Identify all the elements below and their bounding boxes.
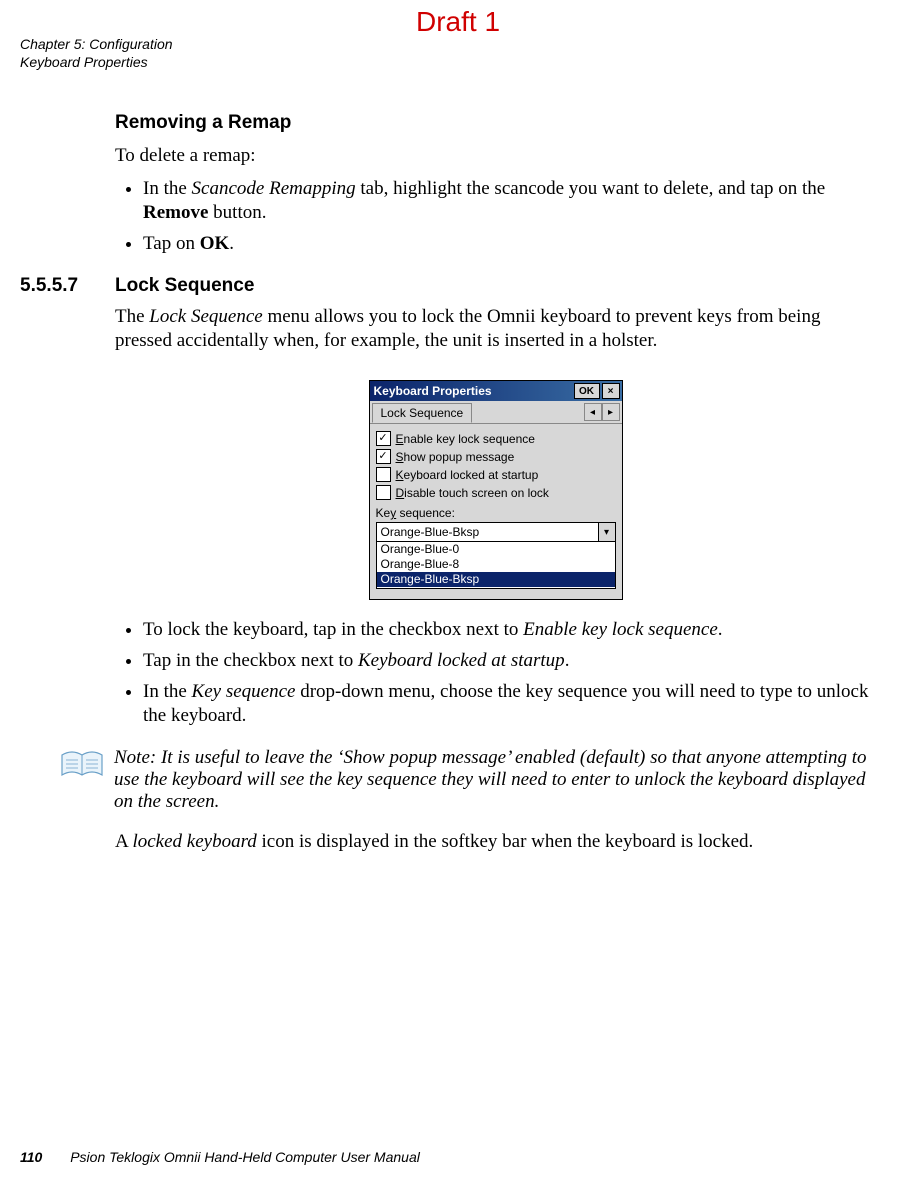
ok-button[interactable]: OK xyxy=(574,383,600,399)
list-item[interactable]: Orange-Blue-8 xyxy=(377,557,615,572)
dialog-title: Keyboard Properties xyxy=(374,384,492,398)
chevron-right-icon: ▸ xyxy=(608,407,613,418)
checkbox-label: Disable touch screen on lock xyxy=(396,486,549,500)
checkbox[interactable] xyxy=(376,467,391,482)
running-header: Chapter 5: Configuration Keyboard Proper… xyxy=(20,36,173,71)
page-number: 110 xyxy=(20,1149,42,1165)
remove-remap-steps: In the Scancode Remapping tab, highlight… xyxy=(115,177,876,257)
note-block: Note: It is useful to leave the ‘Show po… xyxy=(60,747,876,813)
checkbox[interactable]: ✓ xyxy=(376,431,391,446)
checkbox-label: Enable key lock sequence xyxy=(396,432,535,446)
draft-watermark: Draft 1 xyxy=(0,6,916,38)
checkbox-row: ✓ Enable key lock sequence xyxy=(376,431,616,446)
list-item: To lock the keyboard, tap in the checkbo… xyxy=(143,618,876,643)
key-sequence-listbox[interactable]: Orange-Blue-0Orange-Blue-8Orange-Blue-Bk… xyxy=(376,542,616,589)
tab-scroll-right-button[interactable]: ▸ xyxy=(602,403,620,421)
list-item: Tap on OK. xyxy=(143,232,876,257)
list-item: In the Scancode Remapping tab, highlight… xyxy=(143,177,876,226)
dialog-titlebar: Keyboard Properties OK × xyxy=(370,381,622,401)
close-button[interactable]: × xyxy=(602,383,620,399)
checkbox-row: ✓ Show popup message xyxy=(376,449,616,464)
list-item: In the Key sequence drop-down menu, choo… xyxy=(143,680,876,729)
closing-paragraph: A locked keyboard icon is displayed in t… xyxy=(115,830,876,855)
chevron-down-icon: ▾ xyxy=(604,527,609,538)
tab-scroll-left-button[interactable]: ◂ xyxy=(584,403,602,421)
book-icon xyxy=(60,749,104,784)
lock-sequence-steps: To lock the keyboard, tap in the checkbo… xyxy=(115,618,876,729)
chevron-left-icon: ◂ xyxy=(590,407,595,418)
combobox-value: Orange-Blue-Bksp xyxy=(377,525,598,539)
page-footer: 110 Psion Teklogix Omnii Hand-Held Compu… xyxy=(20,1149,420,1165)
note-text: Note: It is useful to leave the ‘Show po… xyxy=(114,747,876,813)
chapter-line: Chapter 5: Configuration xyxy=(20,36,173,54)
checkbox-row: Disable touch screen on lock xyxy=(376,485,616,500)
list-item[interactable]: Orange-Blue-0 xyxy=(377,542,615,557)
heading-removing-remap: Removing a Remap xyxy=(115,112,876,134)
key-sequence-label: Key sequence: xyxy=(376,506,616,520)
close-icon: × xyxy=(608,386,614,397)
list-item[interactable]: Orange-Blue-Bksp xyxy=(377,572,615,587)
checkbox-label: Keyboard locked at startup xyxy=(396,468,539,482)
checkbox[interactable]: ✓ xyxy=(376,449,391,464)
tab-lock-sequence[interactable]: Lock Sequence xyxy=(372,403,473,423)
lock-sequence-intro: The Lock Sequence menu allows you to loc… xyxy=(115,305,876,354)
list-item: Tap in the checkbox next to Keyboard loc… xyxy=(143,649,876,674)
tab-strip: Lock Sequence ◂ ▸ xyxy=(370,401,622,424)
key-sequence-combobox[interactable]: Orange-Blue-Bksp ▾ xyxy=(376,522,616,542)
combobox-dropdown-button[interactable]: ▾ xyxy=(598,523,615,541)
manual-title: Psion Teklogix Omnii Hand-Held Computer … xyxy=(70,1149,420,1165)
checkbox-label: Show popup message xyxy=(396,450,515,464)
section-line: Keyboard Properties xyxy=(20,54,173,72)
section-title: Lock Sequence xyxy=(115,275,254,297)
checkbox-row: Keyboard locked at startup xyxy=(376,467,616,482)
section-number: 5.5.5.7 xyxy=(20,275,115,297)
keyboard-properties-dialog: Keyboard Properties OK × Lock Sequence ◂ xyxy=(369,380,623,600)
checkbox[interactable] xyxy=(376,485,391,500)
heading-lock-sequence: 5.5.5.7 Lock Sequence xyxy=(20,275,876,297)
intro-remove-remap: To delete a remap: xyxy=(115,144,876,169)
